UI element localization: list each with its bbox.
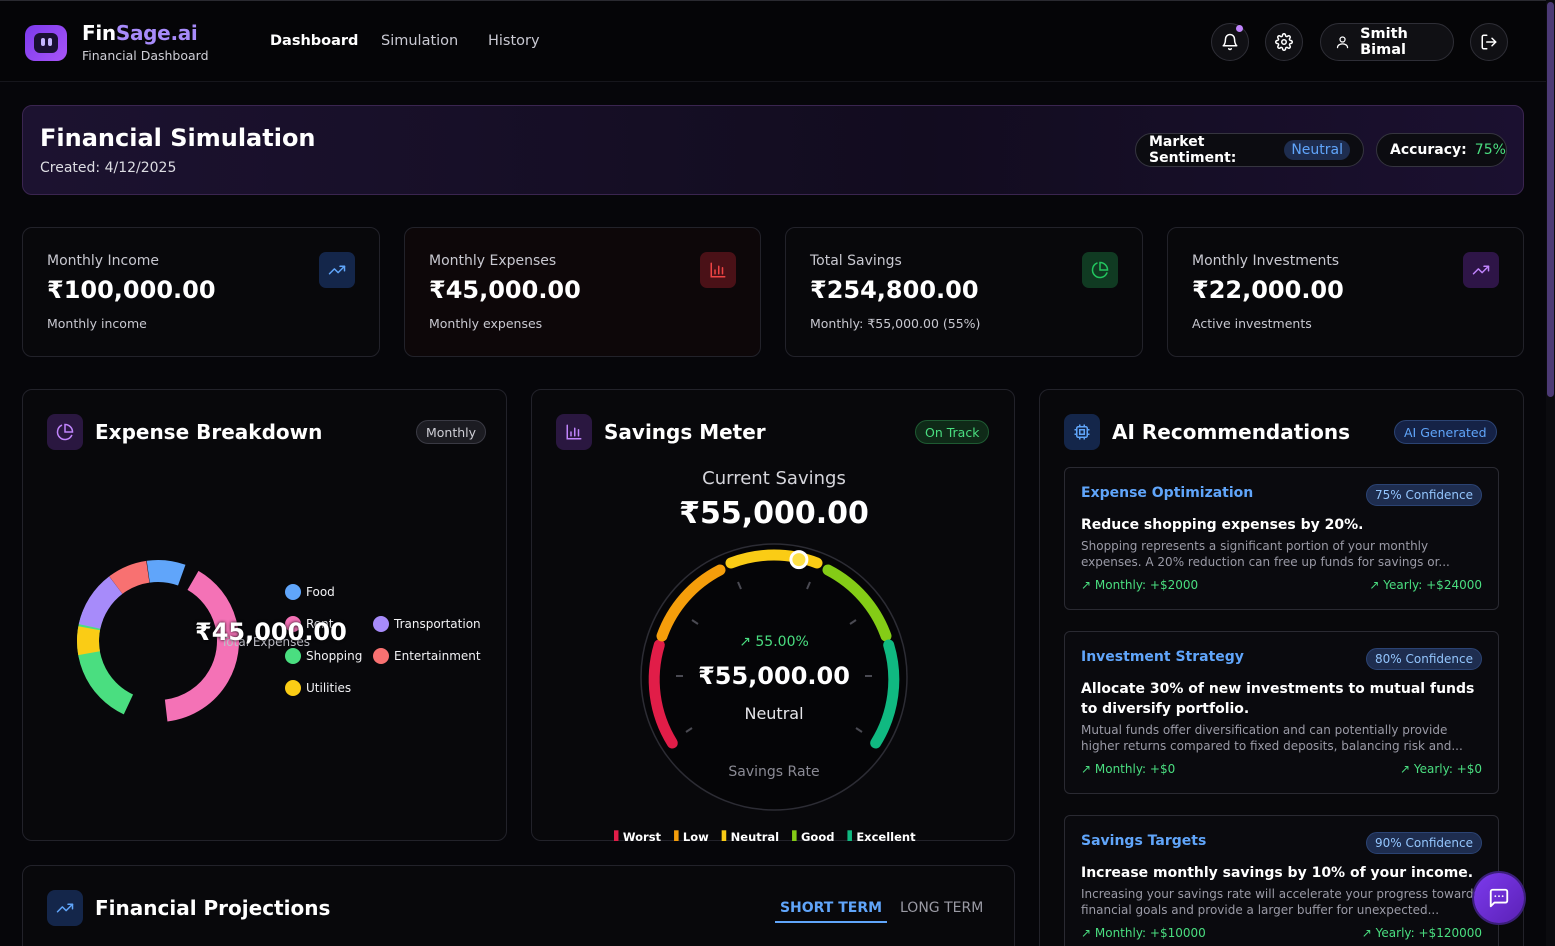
savings-rate-change: ↗ 55.00%	[739, 634, 809, 650]
legend-worst: ▌Worst	[614, 830, 662, 841]
legend-neutral: ▌Neutral	[721, 830, 780, 841]
savings-meter-panel: Savings Meter On Track Current Savings ₹…	[531, 389, 1015, 841]
tab-short-term[interactable]: SHORT TERM	[775, 900, 887, 923]
gauge-status: Neutral	[744, 704, 804, 723]
created-date: Created: 4/12/2025	[40, 160, 177, 176]
status-badge: On Track	[915, 420, 990, 444]
trend-up-icon	[1463, 252, 1499, 288]
gauge-indicator	[789, 550, 809, 570]
stat-card-savings: Total Savings ₹254,800.00 Monthly: ₹55,0…	[785, 227, 1143, 357]
accuracy-value: 75%	[1474, 142, 1506, 158]
monthly-impact: ↗ Monthly: +$0	[1081, 762, 1176, 776]
panel-title: AI Recommendations	[1112, 420, 1351, 444]
nav-dashboard[interactable]: Dashboard	[270, 33, 358, 49]
investments-value: ₹22,000.00	[1192, 276, 1344, 304]
gauge-caption: Savings Rate	[728, 764, 820, 780]
notification-dot	[1236, 25, 1243, 32]
pie-chart-icon	[47, 414, 83, 450]
gauge-value: ₹55,000.00	[698, 662, 850, 690]
recommendation-card[interactable]: Investment Strategy 80% Confidence Alloc…	[1064, 631, 1499, 794]
legend-excellent: ▌Excellent	[847, 830, 916, 841]
confidence-badge: 90% Confidence	[1366, 832, 1482, 854]
settings-button[interactable]	[1265, 23, 1303, 61]
chat-button[interactable]	[1474, 873, 1524, 923]
gauge-legend: ▌Worst ▌Low ▌Neutral ▌Good ▌Excellent	[614, 830, 944, 841]
recommendation-card[interactable]: Savings Targets 90% Confidence Increase …	[1064, 815, 1499, 946]
current-savings-value: ₹55,000.00	[679, 496, 869, 531]
brand-name[interactable]: FinSage.ai	[82, 21, 198, 45]
financial-projections-panel: Financial Projections SHORT TERM LONG TE…	[22, 865, 1015, 946]
brand-subtitle: Financial Dashboard	[82, 48, 209, 63]
legend-entertainment[interactable]: Entertainment	[373, 648, 481, 664]
stat-card-income: Monthly Income ₹100,000.00 Monthly incom…	[22, 227, 380, 357]
logout-button[interactable]	[1470, 23, 1508, 61]
bar-chart-icon	[700, 252, 736, 288]
simulation-banner: Financial Simulation Created: 4/12/2025 …	[22, 105, 1524, 195]
stat-card-investments: Monthly Investments ₹22,000.00 Active in…	[1167, 227, 1524, 357]
period-badge: Monthly	[416, 420, 487, 444]
legend-transportation[interactable]: Transportation	[373, 616, 481, 632]
legend-food[interactable]: Food	[285, 584, 335, 600]
legend-shopping[interactable]: Shopping	[285, 648, 362, 664]
expense-breakdown-panel: Expense Breakdown Monthly Total Expenses…	[22, 389, 507, 841]
user-icon	[1336, 36, 1349, 49]
chat-icon	[1489, 888, 1509, 908]
legend-low: ▌Low	[674, 830, 709, 841]
logo[interactable]	[25, 25, 67, 61]
expenses-value: ₹45,000.00	[429, 276, 581, 304]
ai-generated-badge: AI Generated	[1394, 420, 1497, 444]
legend-utilities[interactable]: Utilities	[285, 680, 351, 696]
monthly-impact: ↗ Monthly: +$10000	[1081, 926, 1206, 940]
notifications-button[interactable]	[1211, 23, 1249, 61]
income-value: ₹100,000.00	[47, 276, 216, 304]
yearly-impact: ↗ Yearly: +$0	[1399, 762, 1482, 776]
robot-icon	[34, 33, 58, 53]
logout-icon	[1481, 34, 1497, 50]
top-header: FinSage.ai Financial Dashboard Dashboard…	[0, 0, 1555, 82]
stat-card-expenses: Monthly Expenses ₹45,000.00 Monthly expe…	[404, 227, 761, 357]
monthly-impact: ↗ Monthly: +$2000	[1081, 578, 1199, 592]
panel-title: Financial Projections	[95, 896, 331, 920]
user-name: Smith Bimal	[1360, 26, 1408, 58]
page-title: Financial Simulation	[40, 124, 316, 152]
market-sentiment-badge: Market Sentiment: Neutral	[1135, 133, 1364, 167]
legend-good: ▌Good	[792, 830, 835, 841]
sentiment-value: Neutral	[1284, 140, 1350, 160]
trend-up-icon	[319, 252, 355, 288]
accuracy-badge: Accuracy: 75%	[1376, 133, 1507, 167]
confidence-badge: 80% Confidence	[1366, 648, 1482, 670]
panel-title: Savings Meter	[604, 420, 766, 444]
recommendation-card[interactable]: Expense Optimization 75% Confidence Redu…	[1064, 467, 1499, 610]
yearly-impact: ↗ Yearly: +$120000	[1361, 926, 1482, 940]
yearly-impact: ↗ Yearly: +$24000	[1369, 578, 1482, 592]
trend-up-icon	[47, 890, 83, 926]
tab-long-term[interactable]: LONG TERM	[900, 900, 983, 916]
gear-icon	[1275, 33, 1293, 51]
bell-icon	[1222, 33, 1238, 51]
cpu-icon	[1064, 414, 1100, 450]
nav-history[interactable]: History	[488, 33, 540, 49]
panel-title: Expense Breakdown	[95, 420, 323, 444]
current-savings-label: Current Savings	[702, 468, 846, 489]
ai-recommendations-panel: AI Recommendations AI Generated Expense …	[1039, 389, 1524, 946]
savings-value: ₹254,800.00	[810, 276, 979, 304]
confidence-badge: 75% Confidence	[1366, 484, 1482, 506]
nav-simulation[interactable]: Simulation	[381, 33, 458, 49]
scrollbar-thumb[interactable]	[1547, 2, 1554, 397]
user-menu-button[interactable]: Smith Bimal	[1320, 23, 1454, 61]
donut-center-value: ₹45,000.00	[195, 618, 347, 646]
pie-chart-icon	[1082, 252, 1118, 288]
bar-chart-icon	[556, 414, 592, 450]
